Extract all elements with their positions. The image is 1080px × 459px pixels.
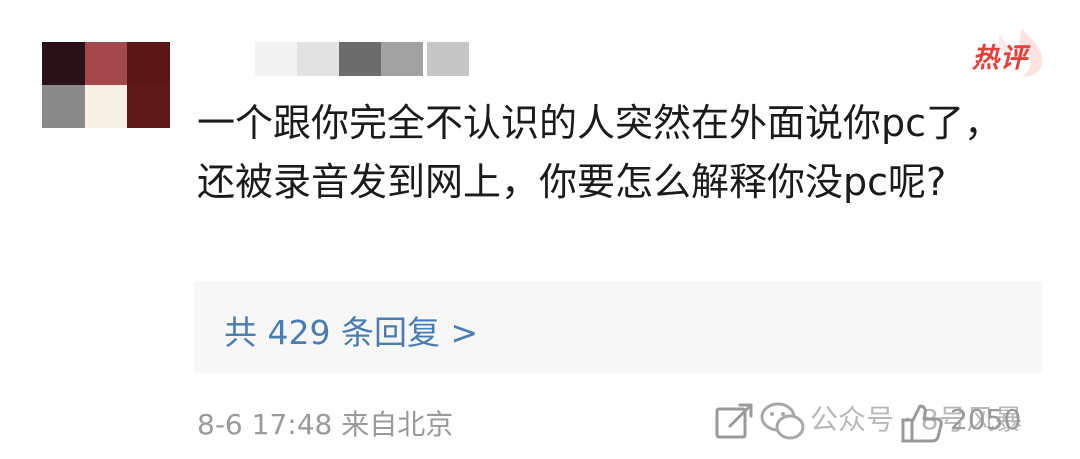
comment-card: 热评 一个跟你完全不认识的人突然在外面说你pc了，还被录音发到网上，你要怎么解释…: [0, 0, 1080, 459]
username[interactable]: [255, 42, 470, 76]
wechat-icon: [760, 402, 805, 440]
share-icon[interactable]: [712, 400, 756, 444]
avatar-pixel: [42, 42, 85, 85]
avatar-pixel: [84, 85, 128, 128]
username-pixel: [339, 42, 381, 76]
avatar-pixel: [127, 85, 170, 128]
avatar-pixel: [42, 85, 85, 128]
username-pixel: [255, 42, 297, 76]
avatar-pixel: [84, 42, 128, 85]
avatar-pixel: [127, 42, 170, 85]
thumbs-up-icon[interactable]: [900, 402, 944, 444]
timestamp-location: 8-6 17:48 来自北京: [197, 408, 454, 441]
view-replies-link[interactable]: 共 429 条回复 >: [224, 306, 478, 354]
avatar[interactable]: [42, 42, 170, 128]
username-pixel: [381, 42, 423, 76]
username-pixel: [427, 42, 469, 76]
username-pixel: [297, 42, 339, 76]
hot-comment-badge: 热评: [960, 24, 1050, 80]
like-count: 2050: [950, 403, 1022, 436]
comment-text: 一个跟你完全不认识的人突然在外面说你pc了，还被录音发到网上，你要怎么解释你没p…: [197, 101, 1003, 204]
hot-badge-label: 热评: [972, 43, 1028, 74]
replies-panel[interactable]: 共 429 条回复 >: [194, 281, 1042, 373]
